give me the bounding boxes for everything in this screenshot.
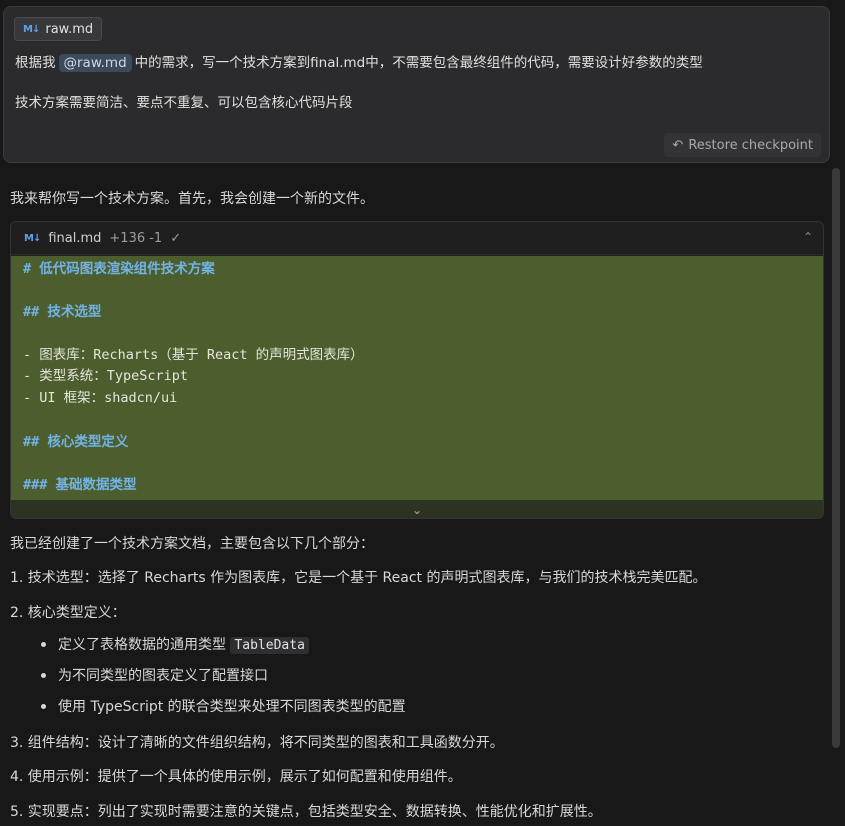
diff-stats: +136 -1 — [109, 230, 163, 246]
list-item: 3. 组件结构：设计了清晰的文件组织结构，将不同类型的图表和工具函数分开。 — [10, 735, 504, 751]
expand-collapse-icon[interactable]: ⌃ — [803, 230, 813, 244]
message-line-1: 根据我 @raw.md 中的需求，写一个技术方案到final.md中，不需要包含最终… — [15, 51, 703, 72]
code-line: # 低代码图表渲染组件技术方案 — [23, 261, 215, 277]
check-icon: ✓ — [170, 230, 182, 246]
message-text: 中的需求，写一个技术方案到final.md中，不需要包含最终组件的代码，需要设计… — [134, 55, 703, 71]
inline-code: TableData — [230, 637, 309, 654]
undo-icon: ↶ — [672, 137, 684, 153]
chevron-down-icon: ⌄ — [411, 502, 423, 517]
list-item: 2. 核心类型定义： — [10, 605, 126, 621]
code-block: M↓ final.md +136 -1 ✓ ⌃ # 低代码图表渲染组件技术方案 … — [10, 221, 824, 519]
bullet — [41, 673, 46, 678]
code-line: - 图表库：Recharts（基于 React 的声明式图表库） — [23, 347, 364, 363]
restore-checkpoint-button[interactable]: ↶ Restore checkpoint — [664, 133, 821, 157]
code-line: ### 基础数据类型 — [23, 477, 137, 493]
scrollbar[interactable] — [832, 168, 840, 748]
message-text: 根据我 — [15, 55, 56, 71]
code-line: - 类型系统：TypeScript — [23, 368, 189, 384]
chat-panel: M↓ raw.md 根据我 @raw.md 中的需求，写一个技术方案到final.m… — [0, 0, 845, 826]
attachment-name: raw.md — [45, 21, 94, 37]
markdown-icon: M↓ — [24, 232, 41, 244]
message-line-2: 技术方案需要简洁、要点不重复、可以包含核心代码片段 — [15, 95, 353, 111]
markdown-icon: M↓ — [23, 23, 40, 35]
code-filename[interactable]: final.md — [48, 231, 101, 246]
code-content: # 低代码图表渲染组件技术方案 ## 技术选型 - 图表库：Recharts（基… — [11, 256, 823, 500]
sub-list-item: 使用 TypeScript 的联合类型来处理不同图表类型的配置 — [58, 699, 406, 715]
sub-item-text: 定义了表格数据的通用类型 — [58, 637, 226, 653]
expand-code-button[interactable]: ⌄ — [11, 500, 823, 518]
code-line: ## 技术选型 — [23, 304, 102, 320]
code-line: ## 核心类型定义 — [23, 434, 129, 450]
summary-intro: 我已经创建了一个技术方案文档，主要包含以下几个部分： — [10, 536, 374, 552]
assistant-intro: 我来帮你写一个技术方案。首先，我会创建一个新的文件。 — [10, 191, 374, 207]
list-item: 4. 使用示例：提供了一个具体的使用示例，展示了如何配置和使用组件。 — [10, 769, 462, 785]
sub-list-item: 为不同类型的图表定义了配置接口 — [58, 668, 268, 684]
user-message: M↓ raw.md 根据我 @raw.md 中的需求，写一个技术方案到final.m… — [3, 6, 830, 163]
code-block-header[interactable]: M↓ final.md +136 -1 ✓ ⌃ — [11, 222, 823, 255]
list-item: 5. 实现要点：列出了实现时需要注意的关键点，包括类型安全、数据转换、性能优化和… — [10, 804, 602, 820]
sub-list-item: 定义了表格数据的通用类型 TableData — [58, 634, 309, 654]
file-mention[interactable]: @raw.md — [58, 54, 132, 72]
attachment-chip[interactable]: M↓ raw.md — [14, 17, 103, 41]
list-item: 1. 技术选型：选择了 Recharts 作为图表库，它是一个基于 React … — [10, 570, 707, 586]
code-line: - UI 框架：shadcn/ui — [23, 390, 178, 406]
bullet — [41, 642, 46, 647]
bullet — [41, 704, 46, 709]
restore-label: Restore checkpoint — [688, 137, 813, 153]
